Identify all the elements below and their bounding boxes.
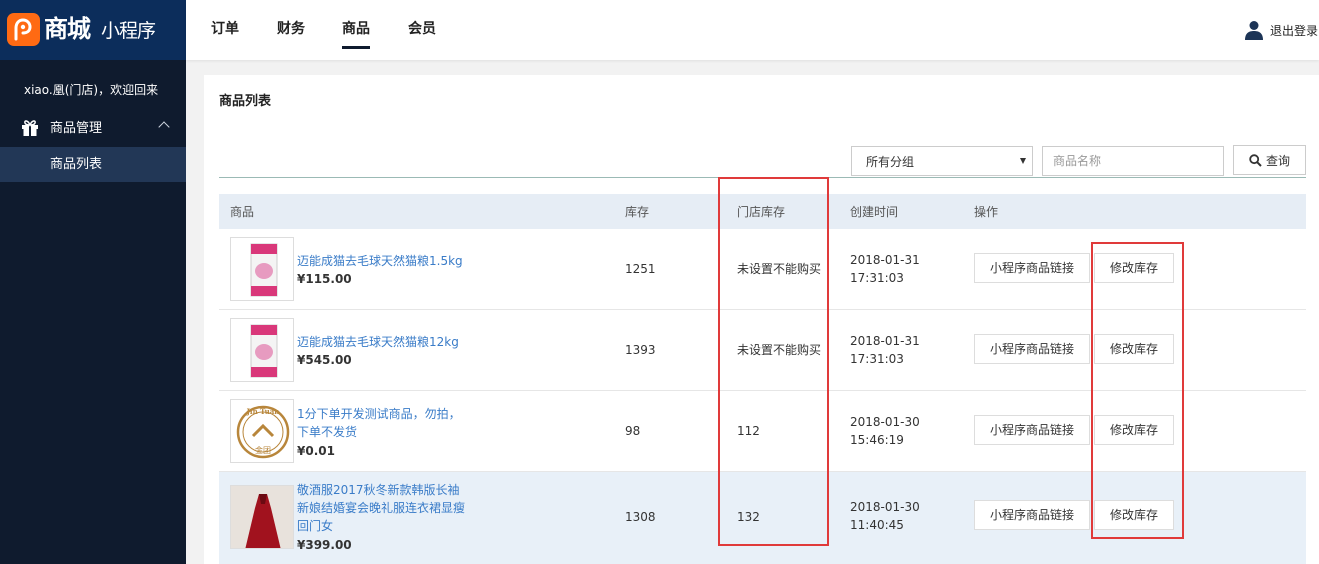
logo-text-bottom: 金团: [255, 445, 271, 455]
top-navbar: 订单 财务 商品 会员 退出登录: [186, 0, 1319, 60]
brand-logo[interactable]: 商城 小程序: [0, 0, 186, 60]
category-select-value: 所有分组: [866, 155, 915, 169]
col-header-goods: 商品: [230, 205, 255, 219]
created-date: 2018-01-31: [850, 253, 920, 267]
sidebar-item-goods-list[interactable]: 商品列表: [0, 147, 186, 182]
created-time: 11:40:45: [850, 518, 904, 532]
gift-icon: [21, 119, 39, 140]
query-label: 查询: [1266, 154, 1291, 168]
product-thumbnail[interactable]: [230, 318, 294, 382]
created-date: 2018-01-30: [850, 415, 920, 429]
logout-link[interactable]: 退出登录: [1245, 20, 1319, 43]
sidebar-group-label: 商品管理: [50, 121, 103, 136]
product-price: ¥399.00: [297, 538, 352, 552]
brand-name: 商城: [44, 15, 91, 43]
nav-goods[interactable]: 商品: [342, 21, 370, 49]
store-stock-highlight-box: [718, 177, 829, 546]
product-name-link[interactable]: 迈能成猫去毛球天然猫粮1.5kg: [297, 252, 487, 270]
stock-value: 1251: [625, 262, 656, 276]
mini-program-logo-icon: [7, 13, 40, 46]
query-button[interactable]: 查询: [1233, 145, 1306, 175]
nav-finance[interactable]: 财务: [277, 21, 305, 37]
created-date: 2018-01-30: [850, 500, 920, 514]
stock-value: 98: [625, 424, 641, 438]
created-time: 17:31:03: [850, 352, 904, 366]
product-name-link-line3[interactable]: 回门女: [297, 517, 487, 535]
mini-program-link-button[interactable]: 小程序商品链接: [974, 334, 1090, 364]
nav-members[interactable]: 会员: [408, 21, 436, 37]
stock-value: 1393: [625, 343, 656, 357]
logout-label: 退出登录: [1270, 24, 1319, 38]
chevron-up-icon: [158, 121, 170, 133]
mini-program-link-button[interactable]: 小程序商品链接: [974, 253, 1090, 283]
stock-value: 1308: [625, 510, 656, 524]
sidebar: 商城 小程序 xiao.凰(门店)，欢迎回来 商品管理 商品列表: [0, 0, 186, 564]
brand-suffix: 小程序: [101, 20, 156, 42]
welcome-text: xiao.凰(门店)，欢迎回来: [24, 83, 159, 97]
product-price: ¥115.00: [297, 272, 352, 286]
col-header-created: 创建时间: [850, 205, 899, 219]
category-select[interactable]: 所有分组: [851, 146, 1033, 176]
created-date: 2018-01-31: [850, 334, 920, 348]
mini-program-link-button[interactable]: 小程序商品链接: [974, 500, 1090, 530]
product-price: ¥0.01: [297, 444, 335, 458]
col-header-stock: 库存: [625, 205, 650, 219]
col-header-actions: 操作: [974, 205, 999, 219]
product-price: ¥545.00: [297, 353, 352, 367]
product-name-link-line1[interactable]: 1分下单开发测试商品，勿拍，: [297, 405, 487, 423]
nav-orders[interactable]: 订单: [211, 21, 239, 37]
caret-down-icon: [1020, 158, 1026, 164]
product-name-link[interactable]: 迈能成猫去毛球天然猫粮12kg: [297, 333, 487, 351]
product-name-link-line2[interactable]: 新娘结婚宴会晚礼服连衣裙显瘦: [297, 499, 487, 517]
search-icon: [1249, 154, 1262, 170]
page-title: 商品列表: [219, 94, 272, 109]
user-icon: [1245, 20, 1263, 43]
mini-program-link-button[interactable]: 小程序商品链接: [974, 415, 1090, 445]
product-name-link-line1[interactable]: 敬酒服2017秋冬新款韩版长袖: [297, 481, 487, 499]
product-thumbnail[interactable]: Jin Tuan 金团: [230, 399, 294, 463]
product-name-link-line2[interactable]: 下单不发货: [297, 423, 487, 441]
goods-name-search-input[interactable]: [1042, 146, 1224, 176]
logo-text-top: Jin Tuan: [246, 407, 280, 416]
sidebar-item-label: 商品列表: [50, 157, 103, 172]
product-thumbnail[interactable]: [230, 237, 294, 301]
created-time: 15:46:19: [850, 433, 904, 447]
edit-stock-highlight-box: [1091, 242, 1184, 539]
sidebar-group-goods[interactable]: 商品管理: [0, 114, 186, 144]
created-time: 17:31:03: [850, 271, 904, 285]
product-thumbnail[interactable]: [230, 485, 294, 549]
